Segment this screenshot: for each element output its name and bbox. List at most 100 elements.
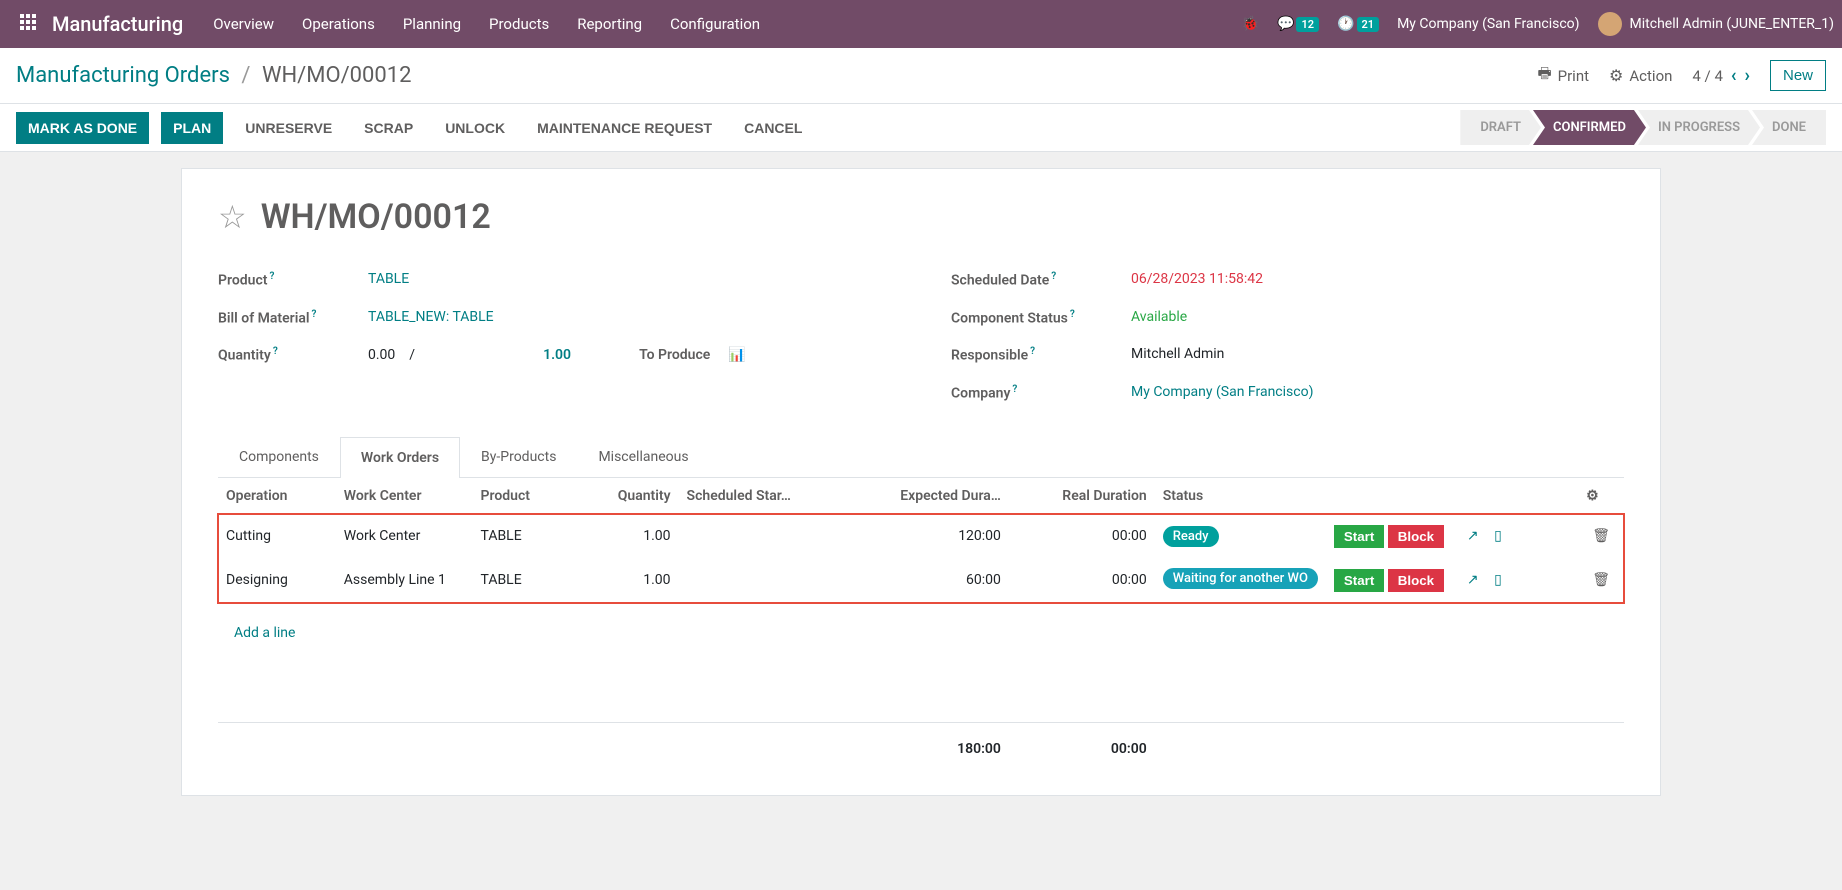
cell-quantity: 1.00 [590, 558, 679, 603]
col-status[interactable]: Status [1155, 478, 1326, 515]
col-quantity[interactable]: Quantity [590, 478, 679, 515]
action-buttons: MARK AS DONE PLAN UNRESERVE SCRAP UNLOCK… [16, 112, 812, 144]
mark-done-button[interactable]: MARK AS DONE [16, 112, 149, 144]
scrap-button[interactable]: SCRAP [354, 112, 423, 144]
unreserve-button[interactable]: UNRESERVE [235, 112, 342, 144]
col-scheduled-start[interactable]: Scheduled Star… [679, 478, 816, 515]
bug-icon[interactable]: 🐞 [1242, 16, 1259, 32]
nav-reporting[interactable]: Reporting [577, 15, 642, 33]
breadcrumb-actions: 🖶Print ⚙Action 4 / 4 ‹ › New [1537, 60, 1826, 91]
external-link-icon[interactable]: ↗ [1467, 572, 1479, 588]
block-button[interactable]: Block [1388, 525, 1444, 548]
value-scheduled[interactable]: 06/28/2023 11:58:42 [1131, 271, 1624, 289]
nav-products[interactable]: Products [489, 15, 549, 33]
user-menu[interactable]: Mitchell Admin (JUNE_ENTER_1) [1598, 12, 1834, 36]
cell-real-duration: 00:00 [1009, 558, 1155, 603]
nav-planning[interactable]: Planning [403, 15, 461, 33]
action-bar: MARK AS DONE PLAN UNRESERVE SCRAP UNLOCK… [0, 104, 1842, 152]
print-icon: 🖶 [1537, 63, 1551, 88]
work-orders-table: Operation Work Center Product Quantity S… [218, 478, 1624, 768]
cell-expected-duration: 120:00 [816, 514, 1009, 558]
label-company: Company? [951, 384, 1131, 402]
cell-row-icons: ↗ ▯ [1453, 558, 1578, 603]
cell-trash: 🗑 [1578, 558, 1624, 603]
label-scheduled: Scheduled Date? [951, 271, 1131, 289]
print-button[interactable]: 🖶Print [1537, 63, 1589, 88]
status-done[interactable]: DONE [1752, 110, 1826, 145]
help-icon[interactable]: ? [1051, 271, 1056, 282]
title-row: ☆ WH/MO/00012 [218, 197, 1624, 237]
company-switcher[interactable]: My Company (San Francisco) [1397, 16, 1579, 32]
col-expected-duration[interactable]: Expected Dura… [816, 478, 1009, 515]
qty-done[interactable]: 0.00 [368, 347, 395, 363]
status-draft[interactable]: DRAFT [1460, 110, 1541, 145]
label-component-status: Component Status? [951, 309, 1131, 327]
trash-icon[interactable]: 🗑 [1592, 528, 1610, 544]
value-responsible[interactable]: Mitchell Admin [1131, 346, 1624, 364]
value-bom[interactable]: TABLE_NEW: TABLE [368, 309, 891, 327]
action-button[interactable]: ⚙Action [1609, 66, 1672, 85]
nav-operations[interactable]: Operations [302, 15, 375, 33]
form-left: Product? TABLE Bill of Material? TABLE_N… [218, 261, 891, 412]
tab-by-products[interactable]: By-Products [460, 436, 577, 477]
col-settings[interactable]: ⚙ [1578, 478, 1624, 515]
help-icon[interactable]: ? [1030, 346, 1035, 357]
help-icon[interactable]: ? [312, 309, 317, 320]
status-confirmed[interactable]: CONFIRMED [1533, 110, 1646, 145]
pager: 4 / 4 ‹ › [1692, 65, 1750, 86]
content: ☆ WH/MO/00012 Product? TABLE Bill of Mat… [0, 152, 1842, 812]
status-badge: Ready [1163, 526, 1219, 547]
external-link-icon[interactable]: ↗ [1467, 528, 1479, 544]
plan-button[interactable]: PLAN [161, 112, 223, 144]
cell-status: Ready [1155, 514, 1326, 558]
qty-sep: / [409, 347, 415, 363]
help-icon[interactable]: ? [273, 346, 278, 357]
col-operation[interactable]: Operation [218, 478, 336, 515]
col-product[interactable]: Product [473, 478, 590, 515]
activities-icon[interactable]: 🕐21 [1337, 16, 1379, 32]
chart-icon[interactable]: 📊 [728, 347, 745, 363]
value-company[interactable]: My Company (San Francisco) [1131, 384, 1624, 402]
cell-product: TABLE [473, 514, 590, 558]
label-quantity: Quantity? [218, 346, 368, 364]
status-in-progress[interactable]: IN PROGRESS [1638, 110, 1760, 145]
value-quantity: 0.00 / 1.00 To Produce 📊 [368, 346, 891, 364]
cancel-button[interactable]: CANCEL [734, 112, 812, 144]
qty-total[interactable]: 1.00 [543, 347, 571, 363]
table-row[interactable]: Cutting Work Center TABLE 1.00 120:00 00… [218, 514, 1624, 558]
tablet-icon[interactable]: ▯ [1494, 528, 1502, 544]
nav-overview[interactable]: Overview [213, 15, 274, 33]
help-icon[interactable]: ? [1070, 309, 1075, 320]
apps-icon[interactable] [20, 14, 40, 34]
nav-configuration[interactable]: Configuration [670, 15, 760, 33]
col-work-center[interactable]: Work Center [336, 478, 473, 515]
app-title[interactable]: Manufacturing [52, 12, 183, 36]
table-row[interactable]: Designing Assembly Line 1 TABLE 1.00 60:… [218, 558, 1624, 603]
unlock-button[interactable]: UNLOCK [435, 112, 515, 144]
maintenance-button[interactable]: MAINTENANCE REQUEST [527, 112, 722, 144]
footer-expected: 180:00 [816, 723, 1009, 768]
pager-next[interactable]: › [1745, 65, 1750, 86]
tab-miscellaneous[interactable]: Miscellaneous [577, 436, 709, 477]
messages-icon[interactable]: 💬12 [1277, 16, 1319, 32]
start-button[interactable]: Start [1334, 525, 1384, 548]
tablet-icon[interactable]: ▯ [1494, 572, 1502, 588]
settings-icon[interactable]: ⚙ [1586, 488, 1599, 504]
cell-scheduled-start [679, 558, 816, 603]
add-line-button[interactable]: Add a line [226, 613, 1616, 653]
help-icon[interactable]: ? [1012, 384, 1017, 395]
pager-prev[interactable]: ‹ [1731, 65, 1737, 86]
start-button[interactable]: Start [1334, 569, 1384, 592]
tab-work-orders[interactable]: Work Orders [340, 437, 460, 478]
tab-components[interactable]: Components [218, 436, 340, 477]
star-icon[interactable]: ☆ [218, 198, 247, 236]
cell-expected-duration: 60:00 [816, 558, 1009, 603]
value-product[interactable]: TABLE [368, 271, 891, 289]
trash-icon[interactable]: 🗑 [1592, 572, 1610, 588]
col-real-duration[interactable]: Real Duration [1009, 478, 1155, 515]
field-company: Company? My Company (San Francisco) [951, 374, 1624, 412]
new-button[interactable]: New [1770, 60, 1826, 91]
help-icon[interactable]: ? [269, 271, 274, 282]
breadcrumb-root[interactable]: Manufacturing Orders [16, 63, 230, 88]
block-button[interactable]: Block [1388, 569, 1444, 592]
